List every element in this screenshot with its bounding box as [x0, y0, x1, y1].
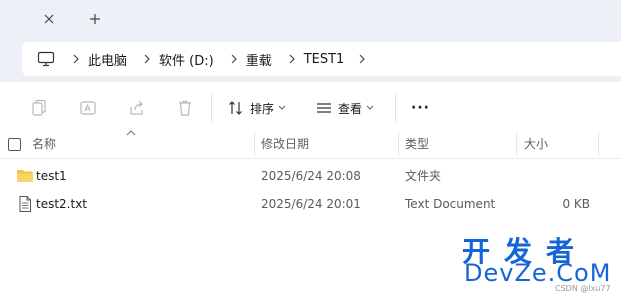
copy-button[interactable] — [30, 96, 48, 120]
watermark: 开发者 DevZe.CoM CSDN @lxu77 — [462, 228, 621, 298]
watermark-site: DevZe.CoM — [464, 259, 612, 287]
delete-button[interactable] — [176, 96, 194, 120]
file-size: 0 KB — [562, 197, 590, 211]
column-divider[interactable] — [254, 132, 255, 156]
chevron-right-icon[interactable] — [280, 54, 304, 64]
address-bar[interactable]: 此电脑 软件 (D:) 重载 TEST1 — [22, 42, 621, 76]
command-bar: 排序 查看 ··· — [0, 88, 621, 128]
rename-icon — [80, 101, 96, 115]
breadcrumb-folder[interactable]: 重载 — [246, 50, 272, 69]
column-header-date[interactable]: 修改日期 — [261, 130, 309, 158]
sort-label: 排序 — [250, 101, 275, 116]
view-button[interactable]: 查看 — [316, 96, 374, 120]
file-name[interactable]: test2.txt — [36, 190, 87, 218]
trash-icon — [179, 100, 191, 116]
breadcrumb-this-pc[interactable]: 此电脑 — [88, 50, 127, 69]
chevron-right-icon[interactable] — [222, 54, 246, 64]
chevron-right-icon[interactable] — [64, 54, 88, 64]
share-icon — [130, 100, 143, 115]
column-divider[interactable] — [598, 132, 599, 156]
chevron-down-icon — [366, 105, 374, 110]
toolbar-divider — [211, 94, 212, 122]
share-button[interactable] — [128, 96, 146, 120]
column-header-type[interactable]: 类型 — [405, 130, 429, 158]
watermark-credit: CSDN @lxu77 — [555, 284, 611, 293]
close-tab-button[interactable] — [36, 6, 62, 32]
sort-button[interactable]: 排序 — [228, 96, 286, 120]
file-name[interactable]: test1 — [36, 162, 67, 190]
file-row[interactable]: test2.txt 2025/6/24 20:01 Text Document … — [0, 190, 621, 218]
breadcrumb-drive[interactable]: 软件 (D:) — [159, 50, 214, 69]
breadcrumb-current[interactable]: TEST1 — [304, 52, 345, 67]
select-all-checkbox[interactable] — [8, 138, 21, 151]
file-row[interactable]: test1 2025/6/24 20:08 文件夹 — [0, 162, 621, 190]
file-type: 文件夹 — [405, 169, 442, 183]
column-header-row: 名称 修改日期 类型 大小 — [0, 130, 621, 159]
file-date: 2025/6/24 20:08 — [261, 169, 361, 183]
file-date: 2025/6/24 20:01 — [261, 197, 361, 211]
column-header-size[interactable]: 大小 — [524, 130, 548, 158]
plus-icon — [90, 14, 100, 24]
folder-icon — [17, 170, 33, 182]
tab-strip — [0, 0, 621, 38]
column-divider[interactable] — [398, 132, 399, 156]
more-options-button[interactable]: ··· — [411, 96, 430, 120]
new-tab-button[interactable] — [82, 6, 108, 32]
computer-icon[interactable] — [28, 51, 64, 67]
view-list-icon — [317, 103, 331, 113]
copy-icon — [32, 99, 46, 116]
chevron-down-icon — [278, 105, 286, 110]
chevron-right-icon[interactable] — [135, 54, 159, 64]
toolbar-divider — [395, 94, 396, 122]
text-file-icon — [19, 196, 31, 212]
close-icon — [44, 14, 54, 24]
file-type: Text Document — [405, 197, 496, 211]
address-bar-area: 此电脑 软件 (D:) 重载 TEST1 — [0, 38, 621, 82]
view-label: 查看 — [338, 101, 363, 116]
rename-button[interactable] — [79, 96, 97, 120]
sort-icon — [229, 101, 242, 115]
sort-ascending-icon — [126, 130, 136, 136]
column-divider[interactable] — [516, 132, 517, 156]
column-header-name[interactable]: 名称 — [32, 130, 56, 158]
chevron-right-icon[interactable] — [350, 54, 374, 64]
